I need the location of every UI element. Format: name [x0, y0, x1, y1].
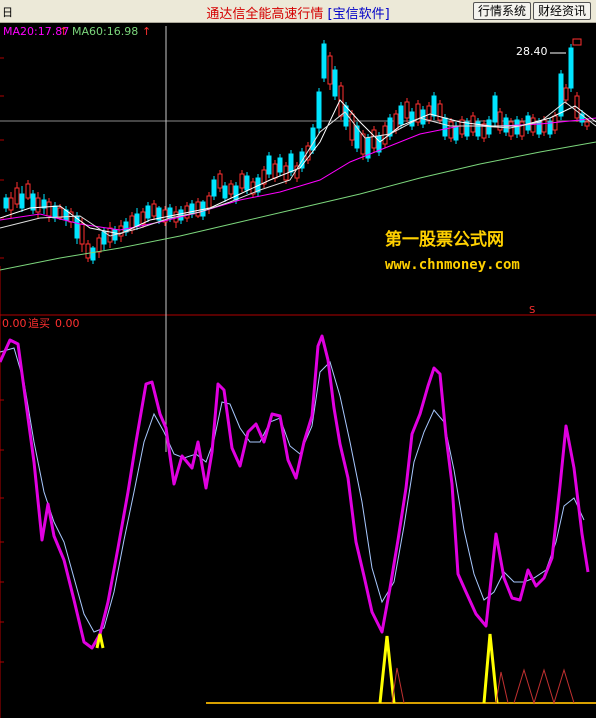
- watermark-title: 第一股票公式网: [385, 229, 504, 250]
- watermark-url: www.chnmoney.com: [385, 257, 520, 273]
- ma60-label: MA60:16.98: [72, 25, 138, 38]
- indicator-name: 追买: [28, 316, 50, 330]
- candle-body: [233, 185, 239, 201]
- candle-body: [327, 55, 333, 85]
- candle-body: [272, 163, 278, 179]
- candle-body: [343, 105, 349, 127]
- candle-body: [25, 183, 31, 199]
- candle-body: [508, 121, 514, 137]
- candle-body: [530, 117, 536, 133]
- candle-body: [492, 95, 498, 123]
- candle-body: [584, 121, 590, 127]
- sell-marker: S: [529, 305, 535, 316]
- app-title: 通达信全能高速行情: [206, 7, 324, 22]
- candle-body: [52, 205, 58, 219]
- candle-body: [371, 129, 377, 149]
- candle-body: [189, 203, 195, 215]
- candle-body: [222, 185, 228, 199]
- buy-signal-spike-2: [482, 633, 499, 704]
- candle-body: [79, 223, 85, 245]
- candle-body: [211, 179, 217, 197]
- candle-body: [8, 197, 14, 211]
- expand-icon[interactable]: [572, 38, 582, 46]
- candle-body: [568, 47, 574, 89]
- candle-body: [151, 203, 157, 217]
- candle-body: [118, 225, 124, 237]
- candle-body: [145, 205, 151, 219]
- ma20-arrow: ↑: [59, 25, 68, 38]
- candle-body: [563, 87, 569, 101]
- high-price-label: 28.40: [516, 45, 548, 58]
- buy-signal-spike-1: [378, 635, 396, 704]
- candle-body: [288, 153, 294, 173]
- candle-body: [442, 117, 448, 137]
- candle-body: [96, 237, 102, 253]
- candle-body: [409, 111, 415, 127]
- candle-body: [464, 121, 470, 137]
- candle-body: [266, 155, 272, 175]
- ma60-arrow: ↑: [142, 25, 151, 38]
- candle-body: [239, 173, 245, 189]
- candle-body: [310, 127, 316, 151]
- candle-body: [195, 201, 201, 217]
- candle-body: [101, 231, 107, 245]
- indicator-left-value: 0.00: [2, 317, 27, 330]
- candle-body: [46, 201, 52, 217]
- candle-body: [541, 119, 547, 133]
- candle-body: [206, 195, 212, 209]
- candle-body: [332, 69, 338, 97]
- candle-body: [294, 165, 300, 179]
- candle-body: [453, 125, 459, 141]
- app-vendor: [宝信软件]: [327, 7, 390, 22]
- candle-body: [558, 73, 564, 117]
- stock-terminal-window: 日 通达信全能高速行情 [宝信软件] 行情系统 财经资讯 MA20:17.87 …: [0, 0, 596, 718]
- sell-signal-zigzag: [513, 668, 575, 705]
- indicator-value: 0.00: [55, 317, 80, 330]
- candle-body: [426, 105, 432, 121]
- candle-body: [437, 103, 443, 121]
- candle-body: [228, 183, 234, 195]
- chart-area[interactable]: MA20:17.87 ↑ MA60:16.98 ↑ 28.40 第一股票公式网 …: [0, 22, 596, 718]
- candle-body: [547, 121, 553, 135]
- candle-body: [14, 187, 20, 205]
- candle-body: [35, 197, 41, 213]
- indicator-main-line: [0, 334, 590, 650]
- title-bar: 日 通达信全能高速行情 [宝信软件] 行情系统 财经资讯: [0, 0, 596, 23]
- candle-body: [90, 247, 96, 261]
- quotes-system-button[interactable]: 行情系统: [473, 2, 532, 20]
- finance-news-button[interactable]: 财经资讯: [533, 2, 592, 20]
- candle-body: [448, 121, 454, 139]
- candle-body: [398, 105, 404, 125]
- candle-body: [404, 101, 410, 119]
- candle-body: [349, 113, 355, 141]
- candle-body: [19, 193, 25, 209]
- candle-body: [519, 121, 525, 137]
- candle-body: [503, 117, 509, 133]
- candle-body: [178, 209, 184, 221]
- candle-body: [431, 95, 437, 117]
- candle-body: [277, 157, 283, 173]
- candle-body: [321, 43, 327, 79]
- candle-body: [316, 91, 322, 129]
- candle-body: [217, 173, 223, 189]
- candle-body: [244, 175, 250, 191]
- indicator-signal-line: [0, 347, 585, 633]
- candle-body: [134, 213, 140, 227]
- candle-body: [85, 243, 91, 259]
- candle-body: [3, 197, 9, 209]
